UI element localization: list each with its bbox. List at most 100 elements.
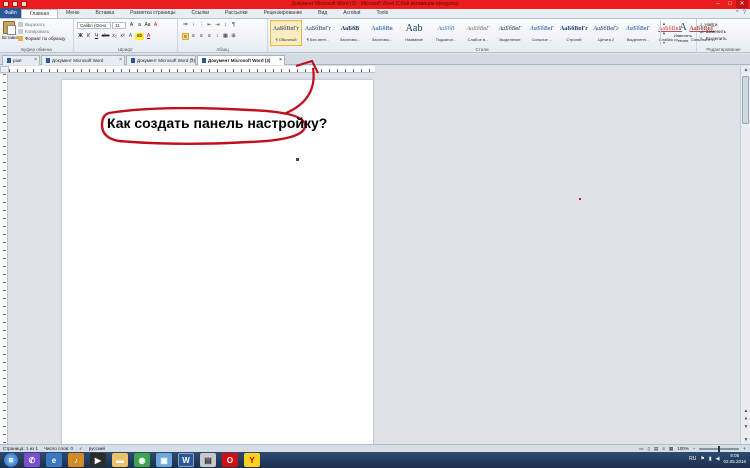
view-outline-icon[interactable]: ≡: [662, 445, 665, 452]
zoom-level[interactable]: 100%: [677, 445, 689, 452]
multilevel-list-button[interactable]: ⋮: [198, 22, 205, 29]
replace-button[interactable]: ⇄ Заменить: [700, 28, 727, 35]
tab-home[interactable]: Главная: [21, 9, 59, 18]
chevron-up-icon[interactable]: ▲: [662, 21, 666, 26]
bullets-button[interactable]: ≔: [182, 22, 189, 29]
word-taskbar-icon[interactable]: W: [178, 453, 194, 467]
file-tab[interactable]: Файл: [0, 8, 21, 18]
scroll-thumb[interactable]: [742, 76, 749, 124]
select-browse-icon[interactable]: ●: [741, 416, 750, 422]
yandex-browser-icon[interactable]: Y: [244, 453, 260, 467]
paste-button[interactable]: Вставить: [2, 21, 21, 43]
doc-tab-2[interactable]: Документ Microsoft Word ×: [41, 55, 125, 65]
flag-icon[interactable]: ⚑: [700, 456, 704, 462]
vertical-ruler[interactable]: [0, 74, 8, 444]
justify-button[interactable]: ≡: [206, 33, 213, 40]
start-button[interactable]: ⊞: [4, 453, 18, 467]
shrink-font-button[interactable]: a: [136, 22, 143, 29]
tab-tools[interactable]: Tools: [368, 9, 396, 18]
style-normal[interactable]: АаБбВвГг ¶ Обычный: [270, 20, 302, 46]
close-button[interactable]: ✕: [736, 0, 748, 8]
close-icon[interactable]: ×: [279, 56, 282, 65]
document-page[interactable]: Как создать панель настройку?: [62, 80, 373, 448]
tab-review[interactable]: Рецензирование: [256, 9, 311, 18]
close-icon[interactable]: ×: [34, 56, 37, 65]
ruler-toggle[interactable]: [0, 66, 9, 73]
style-title[interactable]: Aab Название: [398, 20, 430, 46]
align-left-button[interactable]: ≡: [182, 33, 189, 40]
italic-button[interactable]: К: [85, 33, 92, 40]
view-read-icon[interactable]: ▯: [648, 445, 650, 452]
chrome-icon[interactable]: ◉: [134, 453, 150, 467]
doc-tab-4[interactable]: Документ Microsoft Word (3) ×: [197, 55, 285, 65]
tab-insert[interactable]: Вставка: [88, 9, 123, 18]
line-spacing-button[interactable]: ↕: [214, 33, 221, 40]
style-emphasis[interactable]: АаБбВвГ Выделение: [494, 20, 526, 46]
borders-button[interactable]: ⊞: [230, 33, 237, 40]
close-icon[interactable]: ×: [190, 56, 193, 65]
tray-lang[interactable]: RU: [689, 456, 696, 462]
folders-icon[interactable]: ▬: [112, 453, 128, 467]
doc-tab-3[interactable]: Документ Microsoft Word (2) ×: [126, 55, 196, 65]
text-effects-button[interactable]: A: [127, 33, 134, 40]
tab-menu[interactable]: Меню: [58, 9, 88, 18]
close-icon[interactable]: ×: [119, 56, 122, 65]
style-heading-1[interactable]: АаБбВ Заголово...: [334, 20, 366, 46]
vertical-scrollbar[interactable]: ▲ ▲ ● ▼ ▼: [740, 66, 750, 444]
maximize-button[interactable]: □: [724, 0, 736, 8]
view-print-icon[interactable]: ▭: [639, 445, 643, 452]
strikethrough-button[interactable]: abc: [101, 33, 110, 40]
style-intense-emphasis[interactable]: АаБбВвГ Сильное ...: [526, 20, 558, 46]
copy-button[interactable]: Копировать: [18, 28, 65, 35]
align-center-button[interactable]: ≡: [190, 33, 197, 40]
sort-button[interactable]: ↕: [222, 22, 229, 29]
change-case-button[interactable]: Aa: [144, 22, 151, 29]
style-subtitle[interactable]: АаБбВ Подзагол...: [430, 20, 462, 46]
font-size-select[interactable]: 11: [112, 22, 126, 29]
language[interactable]: русский: [89, 445, 105, 452]
zoom-out-icon[interactable]: −: [693, 445, 696, 452]
shading-button[interactable]: ▦: [222, 33, 229, 40]
subscript-button[interactable]: x₂: [111, 33, 118, 40]
font-family-select[interactable]: Calibri (Осно: [77, 22, 111, 29]
tab-references[interactable]: Ссылки: [184, 9, 218, 18]
next-page-icon[interactable]: ▼: [741, 424, 750, 430]
increase-indent-button[interactable]: ⇥: [214, 22, 221, 29]
page-count[interactable]: Страница: 1 из 1: [3, 445, 38, 452]
winamp-icon[interactable]: ♪: [68, 453, 84, 467]
underline-button[interactable]: Ч: [93, 33, 100, 40]
explorer-icon[interactable]: e: [46, 453, 62, 467]
show-marks-button[interactable]: ¶: [230, 22, 237, 29]
decrease-indent-button[interactable]: ⇤: [206, 22, 213, 29]
select-button[interactable]: ↖ Выделить: [700, 35, 727, 42]
minimize-ribbon-icon[interactable]: ^: [736, 10, 739, 16]
word-count[interactable]: Число слов: 0: [44, 445, 73, 452]
style-strong[interactable]: АаБбВвГг Строгий: [558, 20, 590, 46]
view-draft-icon[interactable]: ▦: [669, 445, 673, 452]
pdf-icon[interactable]: ▤: [200, 453, 216, 467]
highlight-button[interactable]: ab: [135, 33, 144, 40]
tab-page-layout[interactable]: Разметка страницы: [122, 9, 183, 18]
numbering-button[interactable]: ⁝: [190, 22, 197, 29]
tab-view[interactable]: Вид: [310, 9, 335, 18]
cut-button[interactable]: Вырезать: [18, 21, 65, 28]
style-no-spacing[interactable]: АаБбВвГг ¶ Без инте...: [302, 20, 334, 46]
clock[interactable]: 8:05 02.05.2016: [723, 453, 746, 465]
media-player-icon[interactable]: ▶: [90, 453, 106, 467]
font-color-button[interactable]: A: [145, 33, 152, 40]
minimize-button[interactable]: –: [712, 0, 724, 8]
zoom-slider[interactable]: [699, 445, 740, 452]
change-styles-button[interactable]: A Изменить стили: [670, 21, 696, 43]
style-heading-2[interactable]: АаБбВв Заголово...: [366, 20, 398, 46]
style-intense-quote[interactable]: АаБбВвГ Выделенн...: [622, 20, 654, 46]
scroll-down-icon[interactable]: ▼: [741, 436, 750, 444]
help-icon[interactable]: ?: [743, 10, 746, 16]
network-icon[interactable]: ▮: [709, 456, 712, 462]
photos-icon[interactable]: ▣: [156, 453, 172, 467]
tab-acrobat[interactable]: Acrobat: [335, 9, 368, 18]
clear-format-button[interactable]: A: [152, 22, 159, 29]
horizontal-ruler[interactable]: [9, 66, 375, 73]
scroll-up-icon[interactable]: ▲: [741, 66, 750, 74]
format-painter-button[interactable]: Формат по образцу: [18, 35, 65, 42]
zoom-in-icon[interactable]: +: [743, 445, 746, 452]
